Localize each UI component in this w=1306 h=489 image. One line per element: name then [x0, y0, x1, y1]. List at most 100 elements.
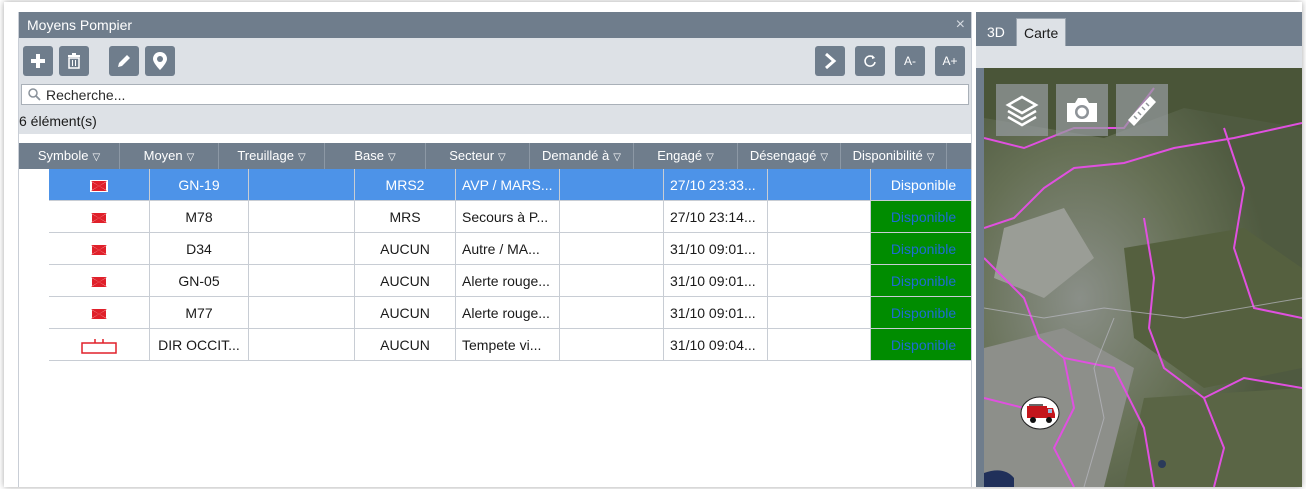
- column-header-label: Symbole: [37, 148, 89, 163]
- sort-filter-icon[interactable]: ▽: [706, 152, 714, 163]
- column-header-desengage[interactable]: Désengagé ▽: [738, 143, 841, 169]
- edit-button[interactable]: [109, 46, 139, 76]
- vehicle-symbol-icon: [90, 273, 108, 289]
- table-row[interactable]: M78 MRS Secours à P... 27/10 23:14... Dispon…: [19, 201, 971, 233]
- sort-filter-icon[interactable]: ▽: [927, 152, 935, 163]
- cell-demande: [560, 233, 664, 265]
- next-button[interactable]: [815, 46, 845, 76]
- search-icon: [28, 88, 41, 101]
- cell-symbole: [49, 233, 150, 265]
- cell-secteur: Secours à P...: [456, 201, 560, 233]
- column-header-label: Moyen: [143, 148, 183, 163]
- cell-desengage: [768, 169, 871, 201]
- cell-moyen: DIR OCCIT...: [150, 329, 249, 361]
- fire-truck-icon[interactable]: [1020, 396, 1060, 430]
- table-row[interactable]: DIR OCCIT... AUCUN Tempete vi... 31/10 09:0…: [19, 329, 971, 361]
- sort-filter-icon[interactable]: ▽: [613, 152, 621, 163]
- cell-desengage: [768, 201, 871, 233]
- cell-base: MRS: [355, 201, 456, 233]
- cell-treuillage: [249, 297, 355, 329]
- cell-moyen: M78: [150, 201, 249, 233]
- search-input[interactable]: [46, 86, 892, 103]
- satellite-map[interactable]: [984, 68, 1302, 487]
- cell-engage: 31/10 09:01...: [664, 265, 768, 297]
- item-count: 6 élément(s): [19, 110, 971, 134]
- column-header-base[interactable]: Base ▽: [325, 143, 426, 169]
- cell-symbole: [49, 297, 150, 329]
- cell-desengage: [768, 265, 871, 297]
- column-header-demande[interactable]: Demandé à ▽: [530, 143, 634, 169]
- cell-demande: [560, 329, 664, 361]
- column-header-label: Base: [354, 148, 384, 163]
- layers-button[interactable]: [996, 84, 1048, 136]
- cell-secteur: Alerte rouge...: [456, 265, 560, 297]
- tab-3d[interactable]: 3D: [980, 18, 1012, 46]
- cell-desengage: [768, 233, 871, 265]
- column-header-label: Disponibilité: [852, 148, 923, 163]
- cell-disponibilite: Disponible: [871, 297, 971, 329]
- cell-treuillage: [249, 265, 355, 297]
- cell-secteur: Alerte rouge...: [456, 297, 560, 329]
- cell-disponibilite: Disponible: [871, 233, 971, 265]
- cell-secteur: AVP / MARS...: [456, 169, 560, 201]
- ruler-button[interactable]: [1116, 84, 1168, 136]
- cell-treuillage: [249, 233, 355, 265]
- column-header-label: Désengagé: [749, 148, 817, 163]
- map-tab-header: [976, 46, 1302, 68]
- cell-moyen: M77: [150, 297, 249, 329]
- column-header-secteur[interactable]: Secteur ▽: [426, 143, 530, 169]
- cell-moyen: GN-19: [150, 169, 249, 201]
- table-row[interactable]: M77 AUCUN Alerte rouge... 31/10 09:01... Dis…: [19, 297, 971, 329]
- table-header: Symbole ▽ Moyen ▽ Treuillage ▽ Base ▽ Secteur ▽ De…: [19, 143, 971, 169]
- cell-desengage: [768, 297, 871, 329]
- cell-disponibilite: Disponible: [871, 329, 971, 361]
- camera-icon: [1067, 98, 1097, 122]
- ruler-icon: [1128, 96, 1156, 126]
- sort-filter-icon[interactable]: ▽: [298, 152, 306, 163]
- vehicle-symbol-icon: [90, 177, 108, 193]
- toolbar: A- A+: [19, 38, 971, 80]
- cell-base: AUCUN: [355, 265, 456, 297]
- chevron-right-icon: [825, 53, 837, 69]
- column-header-symbole[interactable]: Symbole ▽: [19, 143, 120, 169]
- cell-base: AUCUN: [355, 329, 456, 361]
- cell-demande: [560, 169, 664, 201]
- close-icon[interactable]: ×: [956, 12, 965, 38]
- cell-treuillage: [249, 169, 355, 201]
- locate-button[interactable]: [145, 46, 175, 76]
- sort-filter-icon[interactable]: ▽: [498, 152, 506, 163]
- refresh-button[interactable]: [855, 46, 885, 76]
- table-row[interactable]: GN-19 MRS2 AVP / MARS... 27/10 23:33... Disp…: [19, 169, 971, 201]
- column-header-treuillage[interactable]: Treuillage ▽: [219, 143, 325, 169]
- table-row[interactable]: GN-05 AUCUN Alerte rouge... 31/10 09:01... D…: [19, 265, 971, 297]
- cell-symbole: [49, 265, 150, 297]
- tab-carte[interactable]: Carte: [1016, 18, 1067, 46]
- cell-desengage: [768, 329, 871, 361]
- camera-button[interactable]: [1056, 84, 1108, 136]
- sort-filter-icon[interactable]: ▽: [388, 152, 396, 163]
- sort-filter-icon[interactable]: ▽: [187, 152, 195, 163]
- search-row: [19, 80, 971, 110]
- table-row[interactable]: D34 AUCUN Autre / MA... 31/10 09:01... Dispo…: [19, 233, 971, 265]
- column-header-label: Secteur: [449, 148, 495, 163]
- font-larger-button[interactable]: A+: [935, 46, 965, 76]
- pencil-icon: [118, 55, 130, 67]
- moyens-table: Symbole ▽ Moyen ▽ Treuillage ▽ Base ▽ Secteur ▽ De…: [19, 143, 971, 361]
- sort-filter-icon[interactable]: ▽: [92, 152, 100, 163]
- add-button[interactable]: [23, 46, 53, 76]
- cell-symbole: [49, 329, 150, 361]
- plus-icon: [31, 54, 45, 68]
- column-header-disponibilite[interactable]: Disponibilité ▽: [841, 143, 947, 169]
- cell-base: MRS2: [355, 169, 456, 201]
- sort-filter-icon[interactable]: ▽: [820, 152, 828, 163]
- vehicle-symbol-icon: [90, 241, 108, 257]
- column-header-engage[interactable]: Engagé ▽: [634, 143, 738, 169]
- moyens-pompier-panel: Moyens Pompier × A- A+ 6 élément(s): [18, 12, 972, 487]
- column-header-moyen[interactable]: Moyen ▽: [120, 143, 219, 169]
- delete-button[interactable]: [59, 46, 89, 76]
- font-smaller-button[interactable]: A-: [895, 46, 925, 76]
- cell-base: AUCUN: [355, 233, 456, 265]
- column-header-label: Treuillage: [237, 148, 294, 163]
- command-symbol-icon: [81, 337, 117, 355]
- panel-titlebar: Moyens Pompier ×: [19, 12, 971, 38]
